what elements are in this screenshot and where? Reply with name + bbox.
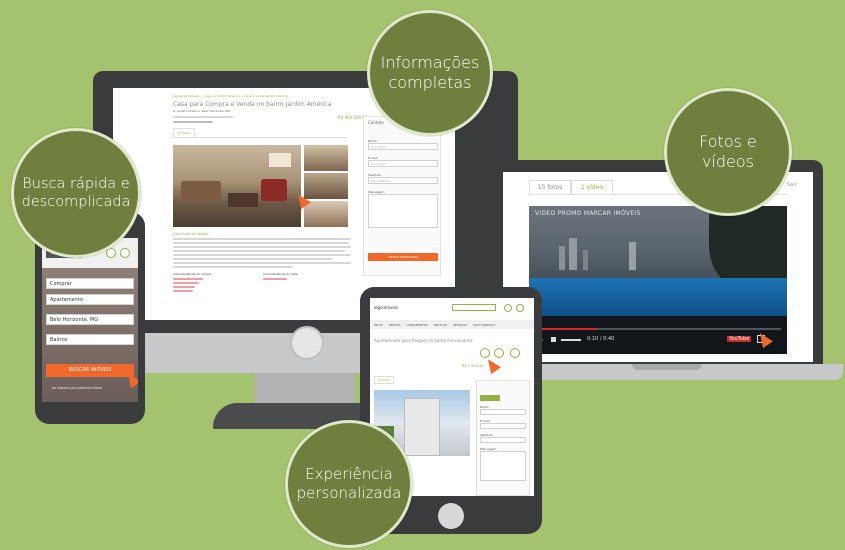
main-property-photo[interactable]: [173, 145, 301, 227]
volume-icon[interactable]: [551, 337, 556, 342]
property-stats: [173, 116, 243, 123]
callout-text: Busca rápida e: [22, 175, 130, 192]
monitor-power-button: [290, 326, 324, 360]
description-title: Descrição do imóvel: [173, 232, 209, 236]
nav-item-services[interactable]: SERVIÇOS: [453, 323, 467, 327]
callout-text: vídeos: [701, 152, 755, 171]
message-textarea[interactable]: [480, 451, 526, 481]
mouse-cursor: [483, 355, 501, 375]
nav-item-home[interactable]: INICIO: [374, 323, 383, 327]
nav-item-contact[interactable]: FALE CONOSCO: [473, 323, 495, 327]
monitor-neck: [255, 373, 355, 403]
tab-photos[interactable]: 10 fotos: [374, 376, 394, 384]
tab-video[interactable]: 1 vídeo: [571, 180, 613, 194]
features-list: [173, 278, 203, 292]
search-button[interactable]: BUSCAR IMÓVEIS: [46, 364, 134, 377]
name-input[interactable]: [480, 409, 526, 415]
video-player[interactable]: VIDEO PROMO MARCAR IMÓVEIS 0:10 / 0:40 Y…: [529, 206, 787, 354]
user-icon[interactable]: [516, 304, 524, 312]
property-title: Apartamento para Aluguel no bairro Funci…: [374, 338, 473, 343]
phone-screen: LOGO IMÓVEIS Comprar Apartamento Belo Ho…: [42, 238, 138, 402]
property-type-select[interactable]: Apartamento: [46, 294, 134, 305]
callout-photos-videos: Fotos e vídeos: [664, 88, 792, 216]
callout-text: Experiência: [305, 465, 393, 484]
callout-text: Informações: [380, 53, 480, 72]
transaction-select[interactable]: Comprar: [46, 278, 134, 289]
callout-text: Fotos e: [699, 132, 757, 151]
heart-icon[interactable]: [504, 304, 512, 312]
property-title: Casa para Compra e Venda no bairro Jardi…: [173, 101, 332, 108]
contact-panel: Nome E-mail Telefone Mensagem: [476, 380, 530, 496]
callout-text: completas: [388, 73, 472, 92]
video-time: 0:10 / 0:40: [587, 336, 615, 342]
video-title: VIDEO PROMO MARCAR IMÓVEIS: [535, 210, 641, 217]
property-address: R. Jardim América, Belo Horizonte, MG: [173, 109, 231, 113]
tab-photos[interactable]: 10 fotos: [173, 128, 195, 138]
search-panel: Comprar Apartamento Belo Horizonte, MG B…: [42, 268, 138, 402]
email-input[interactable]: [480, 423, 526, 429]
city-input[interactable]: Belo Horizonte, MG: [46, 314, 134, 325]
gallery-tabs: 10 fotos: [173, 128, 348, 138]
whatsapp-button[interactable]: [480, 395, 500, 401]
photo-thumbnail[interactable]: [304, 145, 348, 171]
message-textarea[interactable]: [368, 194, 438, 228]
photo-thumbnail[interactable]: [304, 173, 348, 199]
favorite-icon[interactable]: [480, 348, 490, 358]
video-progress-track[interactable]: [535, 328, 781, 330]
features-title: Características do imóvel: [173, 272, 212, 276]
contact-title: Contato: [368, 120, 384, 125]
header-button[interactable]: [452, 304, 496, 311]
youtube-logo[interactable]: YouTube: [727, 336, 752, 342]
main-nav: INICIO IMÓVEIS LANÇAMENTOS NOTÍCIAS SERV…: [370, 320, 534, 329]
callout-complete-info: Informações completas: [367, 10, 493, 136]
breadcrumb[interactable]: Venda de imóveis > Casa no Jardim Améric…: [173, 94, 393, 98]
phone-input[interactable]: [480, 437, 526, 443]
callout-text: personalizada: [296, 484, 402, 502]
share-icon[interactable]: [510, 348, 520, 358]
nav-item-launches[interactable]: LANÇAMENTOS: [406, 323, 427, 327]
volume-slider[interactable]: [561, 339, 581, 341]
neighborhood-input[interactable]: Bairros: [46, 334, 134, 345]
callout-personalized-experience: Experiência personalizada: [285, 420, 413, 548]
callout-text: descomplicada: [21, 194, 131, 210]
logo[interactable]: logoimóveis: [374, 305, 398, 310]
send-message-button[interactable]: ENVIAR MENSAGEM: [368, 253, 438, 261]
callout-quick-search: Busca rápida e descomplicada: [11, 128, 141, 258]
nav-item-news[interactable]: NOTÍCIAS: [434, 323, 447, 327]
description-text: [173, 238, 351, 268]
phone-input[interactable]: Seu telefone: [368, 177, 438, 184]
email-input[interactable]: Seu email: [368, 160, 438, 167]
photo-thumbnail[interactable]: [304, 201, 348, 227]
menu-icon[interactable]: [120, 248, 130, 258]
leisure-list: [263, 278, 287, 280]
contact-panel: Contato Nome Seu nome E-mail Seu email T…: [363, 116, 441, 276]
laptop-notch: [632, 364, 702, 370]
close-link[interactable]: Sair: [787, 182, 797, 188]
print-icon[interactable]: [494, 348, 504, 358]
tablet-home-button: [438, 503, 464, 529]
tab-photos[interactable]: 15 fotos: [529, 180, 571, 194]
name-input[interactable]: Seu nome: [368, 143, 438, 150]
leisure-title: Características do lazer: [263, 272, 299, 276]
nav-item-properties[interactable]: IMÓVEIS: [389, 323, 401, 327]
keyword-search-link[interactable]: ou buscar por palavra-chave: [52, 386, 102, 390]
video-progress-fill: [535, 328, 597, 330]
property-price: R$ 1.500,00: [462, 364, 484, 368]
